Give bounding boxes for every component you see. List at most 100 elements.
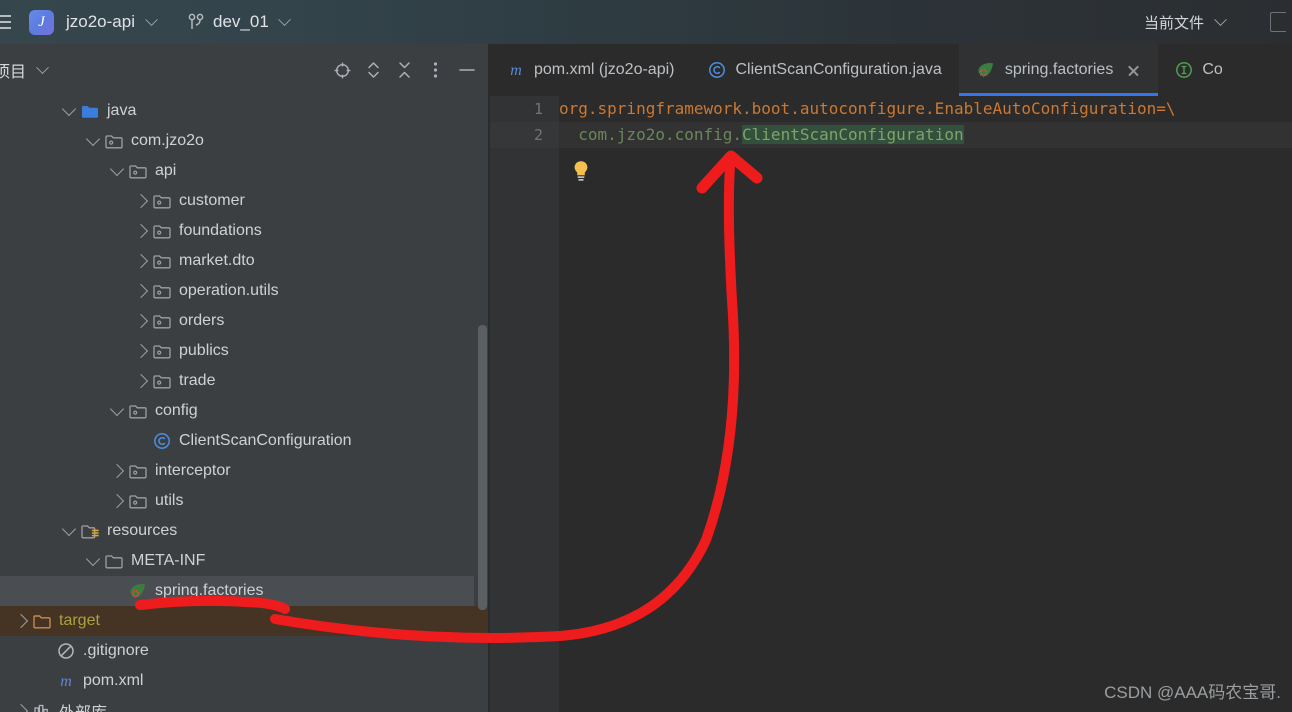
tree-item-customer[interactable]: customer — [0, 186, 490, 216]
tree-toggle-collapsed-icon[interactable] — [130, 373, 152, 389]
package-folder-icon — [128, 162, 148, 180]
tree-item-label: trade — [179, 372, 216, 389]
tree-item-label: operation.utils — [179, 282, 279, 299]
tree-toggle-collapsed-icon[interactable] — [130, 283, 152, 299]
hamburger-icon[interactable] — [0, 12, 18, 32]
tree-item-interceptor[interactable]: interceptor — [0, 456, 490, 486]
project-file-tree[interactable]: java com.jzo2o api customer foundations marke… — [0, 96, 490, 712]
tree-toggle-collapsed-icon[interactable] — [10, 703, 32, 712]
editor-tab-co[interactable]: Co — [1158, 44, 1239, 96]
folder-icon — [104, 552, 124, 570]
line-number: 1 — [533, 100, 543, 118]
project-badge: J — [29, 9, 54, 35]
package-folder-icon — [152, 312, 172, 330]
more-options-icon[interactable] — [420, 55, 451, 86]
tree-item-label: META-INF — [131, 552, 206, 569]
editor-tab-spring-factories[interactable]: spring.factories — [958, 44, 1159, 96]
code-editor[interactable]: 1 org.springframework.boot.autoconfigure.… — [490, 96, 1292, 712]
tree-toggle-collapsed-icon[interactable] — [106, 493, 128, 509]
editor-tab-pom-xml-jzo2o-api-[interactable]: m pom.xml (jzo2o-api) — [490, 44, 691, 96]
code-token-key: org.springframework.boot.autoconfigure.E… — [559, 99, 1176, 118]
tree-toggle-expanded-icon[interactable] — [58, 101, 80, 117]
package-folder-icon — [152, 372, 172, 390]
tree-item-publics[interactable]: publics — [0, 336, 490, 366]
code-token-highlight: ClientScanConfiguration — [742, 125, 964, 144]
tree-item--[interactable]: 外部库 — [0, 696, 490, 712]
tree-toggle-collapsed-icon[interactable] — [10, 613, 32, 629]
tree-toggle-collapsed-icon[interactable] — [130, 253, 152, 269]
tree-item-label: 外部库 — [59, 699, 107, 712]
tree-item-clientscanconfiguration[interactable]: ClientScanConfiguration — [0, 426, 490, 456]
tree-item-api[interactable]: api — [0, 156, 490, 186]
svg-text:m: m — [60, 673, 72, 690]
tree-item-label: utils — [155, 492, 184, 509]
editor-gutter[interactable] — [490, 96, 559, 712]
tree-toggle-expanded-icon[interactable] — [106, 401, 128, 417]
project-chevron-down-icon[interactable] — [141, 12, 161, 27]
tree-item-trade[interactable]: trade — [0, 366, 490, 396]
collapse-all-icon[interactable] — [389, 55, 420, 86]
package-folder-icon — [152, 252, 172, 270]
tree-toggle-expanded-icon[interactable] — [82, 131, 104, 147]
tree-toggle-expanded-icon[interactable] — [82, 551, 104, 567]
branch-name-label[interactable]: dev_01 — [213, 12, 269, 32]
tree-toggle-collapsed-icon[interactable] — [130, 313, 152, 329]
lightbulb-icon[interactable] — [572, 160, 590, 182]
editor-tab-bar[interactable]: m pom.xml (jzo2o-api) ClientScanConfigurat… — [490, 44, 1292, 96]
package-folder-icon — [104, 132, 124, 150]
editor-tab-clientscanconfiguration-java[interactable]: ClientScanConfiguration.java — [691, 44, 958, 96]
java-class-icon — [152, 432, 172, 450]
tree-item-label: config — [155, 402, 198, 419]
tree-item-target[interactable]: target — [0, 606, 490, 636]
code-line[interactable]: com.jzo2o.config.ClientScanConfiguration — [559, 122, 964, 148]
excluded-folder-icon — [32, 612, 52, 630]
tree-item-utils[interactable]: utils — [0, 486, 490, 516]
tree-item-pom-xml[interactable]: m pom.xml — [0, 666, 490, 696]
tree-vertical-scrollbar[interactable] — [478, 325, 487, 610]
svg-text:m: m — [510, 62, 522, 79]
tree-item-meta-inf[interactable]: META-INF — [0, 546, 490, 576]
tree-item-label: resources — [107, 522, 178, 539]
locate-file-icon[interactable] — [327, 55, 358, 86]
hide-panel-icon[interactable] — [451, 55, 482, 86]
tree-item-resources[interactable]: resources — [0, 516, 490, 546]
code-line[interactable]: org.springframework.boot.autoconfigure.E… — [559, 96, 1176, 122]
tree-item-label: spring.factories — [155, 582, 264, 599]
project-panel-title: 项目 — [0, 64, 27, 81]
tree-item--gitignore[interactable]: .gitignore — [0, 636, 490, 666]
editor-tab-label: ClientScanConfiguration.java — [735, 61, 942, 78]
tree-item-label: market.dto — [179, 252, 255, 269]
project-panel-chevron-down-icon[interactable] — [32, 60, 52, 75]
tree-item-market-dto[interactable]: market.dto — [0, 246, 490, 276]
tree-item-operation-utils[interactable]: operation.utils — [0, 276, 490, 306]
tree-item-label: foundations — [179, 222, 262, 239]
project-name-label[interactable]: jzo2o-api — [66, 12, 135, 32]
package-folder-icon — [152, 282, 172, 300]
tree-item-java[interactable]: java — [0, 96, 490, 126]
resource-root-folder-icon — [80, 522, 100, 540]
tree-item-label: orders — [179, 312, 225, 329]
tree-toggle-collapsed-icon[interactable] — [130, 343, 152, 359]
expand-collapse-icon[interactable] — [358, 55, 389, 86]
tree-item-orders[interactable]: orders — [0, 306, 490, 336]
tree-item-com-jzo2o[interactable]: com.jzo2o — [0, 126, 490, 156]
tree-toggle-expanded-icon[interactable] — [58, 521, 80, 537]
title-bar: J jzo2o-api dev_01 当前文件 — [0, 0, 1292, 44]
line-number: 2 — [533, 126, 543, 144]
package-folder-icon — [128, 462, 148, 480]
tree-item-foundations[interactable]: foundations — [0, 216, 490, 246]
tree-toggle-collapsed-icon[interactable] — [106, 463, 128, 479]
current-file-selector[interactable]: 当前文件 — [1144, 0, 1230, 44]
window-control-partial[interactable] — [1270, 12, 1286, 32]
tree-toggle-collapsed-icon[interactable] — [130, 193, 152, 209]
tree-item-label: com.jzo2o — [131, 132, 204, 149]
tree-item-label: java — [107, 102, 137, 119]
tree-toggle-expanded-icon[interactable] — [106, 161, 128, 177]
library-icon — [32, 702, 52, 712]
close-icon[interactable] — [1126, 63, 1141, 78]
tree-item-config[interactable]: config — [0, 396, 490, 426]
tree-toggle-collapsed-icon[interactable] — [130, 223, 152, 239]
tree-item-spring-factories[interactable]: spring.factories — [0, 576, 474, 606]
package-folder-icon — [152, 192, 172, 210]
branch-chevron-down-icon[interactable] — [275, 12, 295, 27]
